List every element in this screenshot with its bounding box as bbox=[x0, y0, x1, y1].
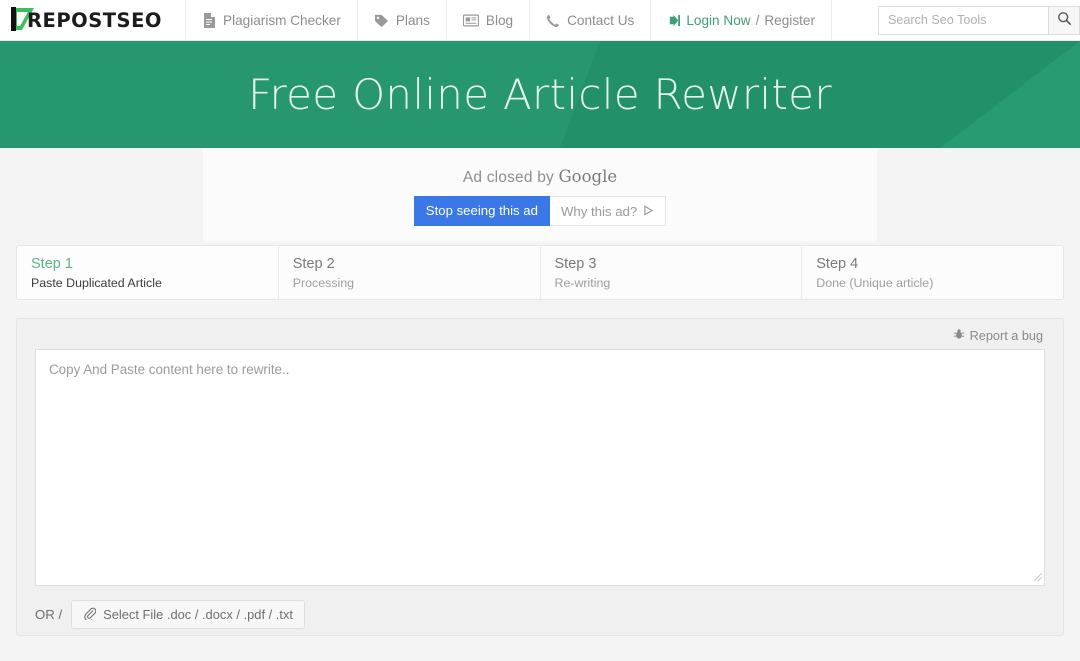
login-label: Login Now bbox=[686, 13, 751, 28]
google-wordmark: Google bbox=[558, 167, 618, 186]
nav-item-label: Plagiarism Checker bbox=[223, 13, 341, 28]
why-this-ad-button[interactable]: Why this ad? bbox=[549, 196, 667, 226]
ad-closed-label: Ad closed by bbox=[462, 169, 554, 186]
nav-item-label: Blog bbox=[485, 13, 514, 28]
nav-item-label: Contact Us bbox=[567, 13, 635, 28]
textarea-wrapper bbox=[35, 349, 1045, 586]
step-title: Step 1 bbox=[31, 256, 73, 272]
nav-item-login-register[interactable]: Login Now / Register bbox=[650, 0, 832, 41]
select-file-label: Select File .doc / .docx / .pdf / .txt bbox=[103, 607, 293, 622]
article-input-textarea[interactable] bbox=[35, 349, 1045, 586]
hero-banner: Free Online Article Rewriter bbox=[0, 41, 1080, 148]
page-body: Ad closed by Google Stop seeing this ad … bbox=[0, 148, 1080, 636]
search-button[interactable] bbox=[1048, 5, 1080, 35]
ad-closed-text: Ad closed by Google bbox=[463, 167, 617, 187]
ad-buttons: Stop seeing this ad Why this ad? bbox=[413, 196, 667, 226]
brand-logo-link[interactable]: REPOSTSEO bbox=[0, 0, 185, 41]
rewriter-tool-card: Report a bug OR / Select File .doc / .do… bbox=[16, 318, 1064, 636]
nav-item-blog[interactable]: Blog bbox=[445, 0, 529, 41]
step-2[interactable]: Step 2 Processing bbox=[277, 246, 540, 299]
search-input[interactable] bbox=[878, 5, 1048, 35]
search-icon bbox=[1057, 11, 1072, 29]
login-arrow-icon bbox=[667, 14, 681, 27]
step-subtitle: Done (Unique article) bbox=[816, 275, 934, 290]
page-title: Free Online Article Rewriter bbox=[248, 69, 832, 119]
nav-item-plagiarism-checker[interactable]: Plagiarism Checker bbox=[185, 0, 357, 41]
step-4[interactable]: Step 4 Done (Unique article) bbox=[801, 246, 1063, 299]
report-a-bug-label: Report a bug bbox=[969, 328, 1043, 343]
step-title: Step 2 bbox=[292, 256, 335, 272]
steps-bar: Step 1 Paste Duplicated Article Step 2 P… bbox=[16, 245, 1064, 300]
phone-icon bbox=[546, 14, 560, 28]
register-label: Register bbox=[764, 13, 815, 28]
card-header: Report a bug bbox=[35, 327, 1045, 349]
why-this-ad-label: Why this ad? bbox=[560, 203, 638, 219]
or-label: OR / bbox=[35, 607, 63, 622]
newspaper-icon bbox=[462, 14, 479, 27]
tag-icon bbox=[374, 14, 389, 28]
report-a-bug-link[interactable]: Report a bug bbox=[953, 328, 1043, 343]
card-footer: OR / Select File .doc / .docx / .pdf / .… bbox=[35, 600, 1045, 629]
top-navigation-bar: REPOSTSEO Plagiarism Checker Plans Blog bbox=[0, 0, 1080, 41]
stop-seeing-this-ad-button[interactable]: Stop seeing this ad bbox=[413, 196, 550, 226]
search-area bbox=[878, 5, 1080, 35]
step-subtitle: Re-writing bbox=[554, 275, 611, 290]
play-triangle-icon bbox=[643, 204, 654, 219]
nav-item-plans[interactable]: Plans bbox=[356, 0, 446, 41]
ad-closed-panel: Ad closed by Google Stop seeing this ad … bbox=[203, 148, 877, 241]
nav-item-contact-us[interactable]: Contact Us bbox=[529, 0, 650, 41]
nav-items: Plagiarism Checker Plans Blog Contact Us bbox=[185, 0, 832, 41]
step-title: Step 4 bbox=[816, 256, 859, 272]
nav-item-label: Plans bbox=[395, 13, 430, 28]
step-subtitle: Processing bbox=[292, 275, 355, 290]
step-1[interactable]: Step 1 Paste Duplicated Article bbox=[17, 246, 278, 299]
paperclip-icon bbox=[83, 607, 97, 623]
step-subtitle: Paste Duplicated Article bbox=[31, 275, 162, 290]
login-separator: / bbox=[755, 13, 760, 28]
step-3[interactable]: Step 3 Re-writing bbox=[539, 246, 802, 299]
document-check-icon bbox=[202, 13, 216, 28]
bug-icon bbox=[953, 328, 965, 343]
step-title: Step 3 bbox=[554, 256, 597, 272]
select-file-button[interactable]: Select File .doc / .docx / .pdf / .txt bbox=[71, 600, 305, 629]
brand-name: REPOSTSEO bbox=[27, 8, 162, 32]
